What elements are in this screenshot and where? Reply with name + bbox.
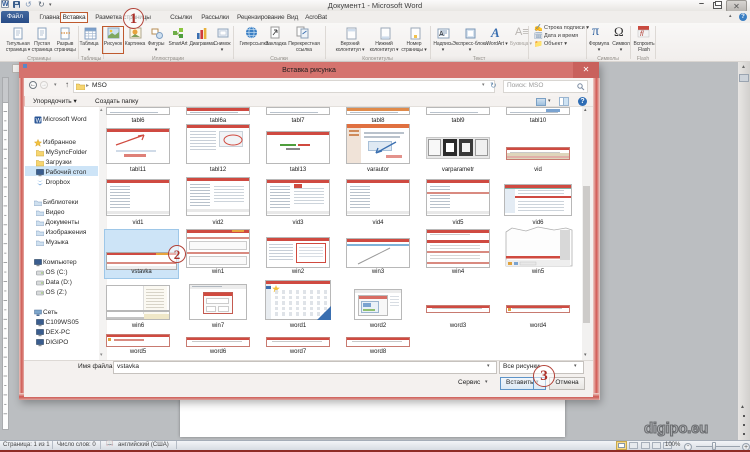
svg-text:W: W (35, 118, 41, 124)
svg-text:A: A (439, 31, 444, 38)
svg-text:fl: fl (640, 31, 644, 38)
